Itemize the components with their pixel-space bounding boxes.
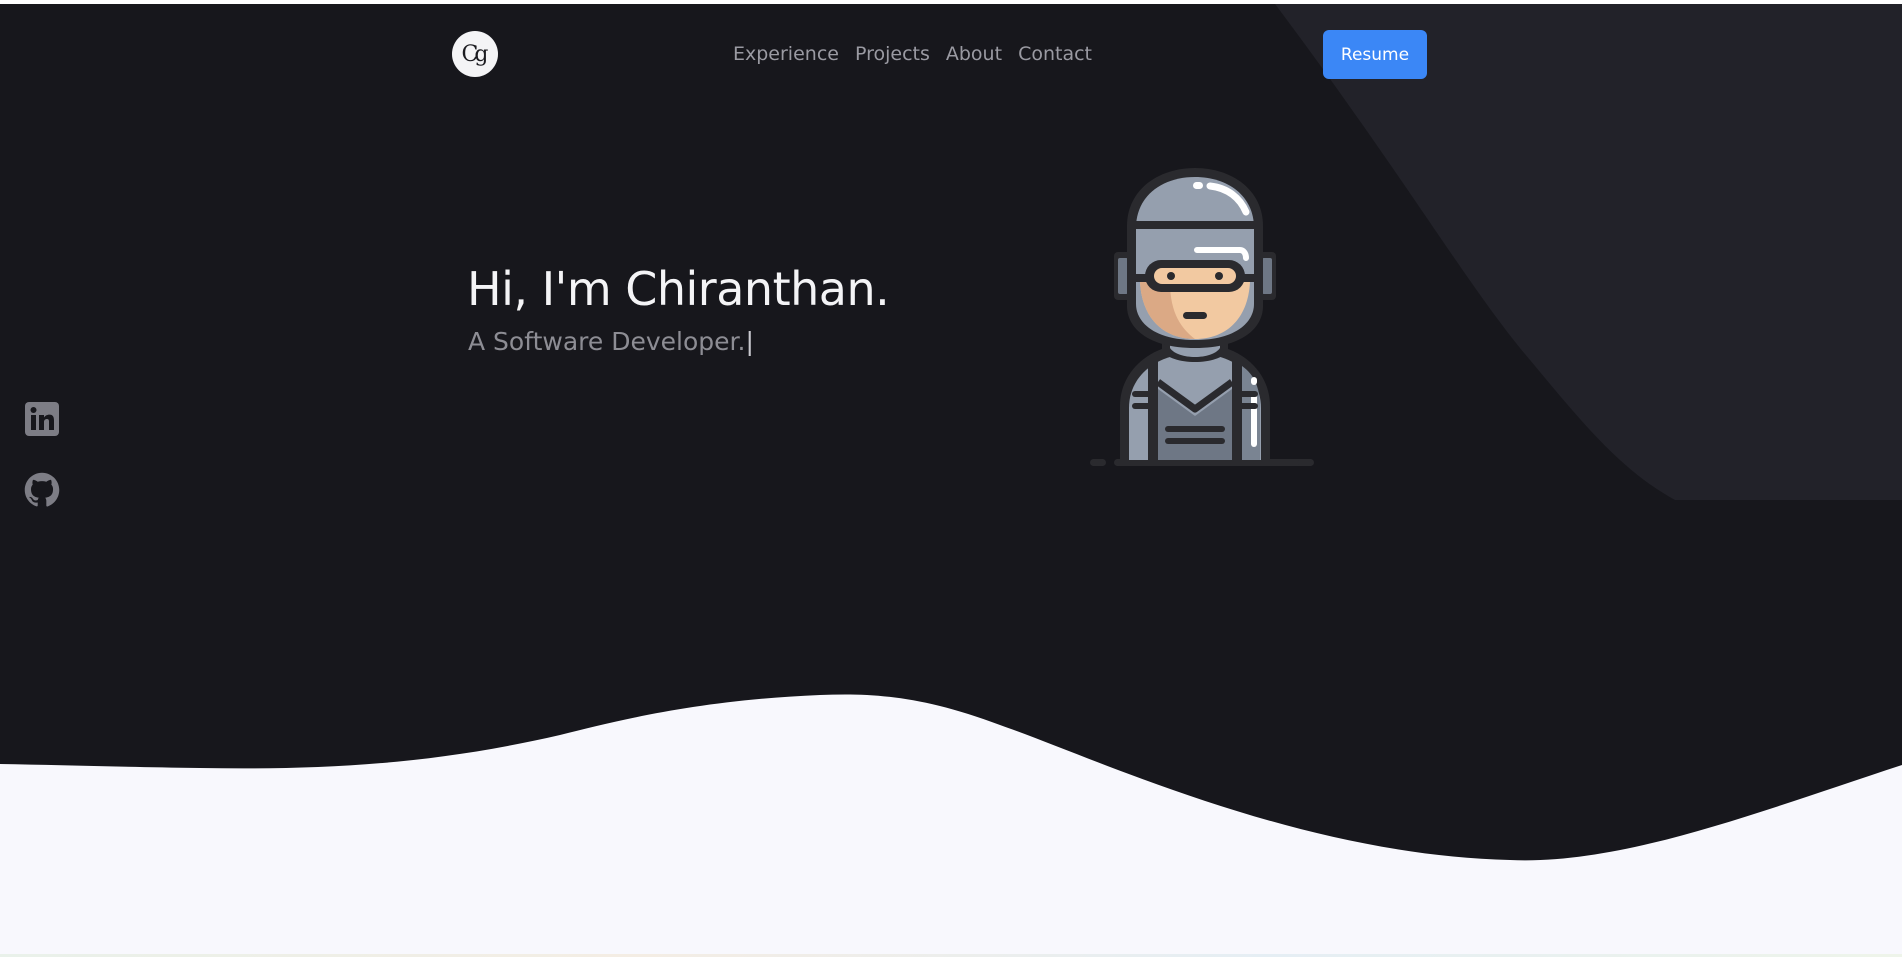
logo[interactable]: Cg bbox=[452, 31, 498, 77]
hero-subtitle-text: A Software Developer. bbox=[468, 327, 746, 356]
portfolio-page: Cg Experience Projects About Contact Res… bbox=[0, 0, 1902, 957]
hero-background bbox=[0, 0, 1902, 957]
linkedin-link[interactable] bbox=[24, 401, 60, 437]
monogram-logo: Cg bbox=[461, 41, 489, 67]
robot-avatar-illustration bbox=[1090, 168, 1314, 466]
nav-experience-link[interactable]: Experience bbox=[733, 43, 839, 65]
resume-button[interactable]: Resume bbox=[1323, 30, 1427, 79]
navbar: Cg Experience Projects About Contact Res… bbox=[0, 0, 1902, 110]
linkedin-icon bbox=[25, 402, 59, 436]
nav-contact-link[interactable]: Contact bbox=[1018, 43, 1092, 65]
typing-cursor: | bbox=[745, 327, 754, 356]
hero-greeting: Hi, I'm Chiranthan. bbox=[467, 262, 890, 316]
hero-subtitle: A Software Developer.| bbox=[468, 327, 754, 356]
nav-links: Experience Projects About Contact bbox=[733, 40, 1092, 68]
nav-about-link[interactable]: About bbox=[946, 43, 1002, 65]
nav-projects-link[interactable]: Projects bbox=[855, 43, 930, 65]
github-link[interactable] bbox=[24, 472, 60, 508]
github-icon bbox=[24, 472, 60, 507]
